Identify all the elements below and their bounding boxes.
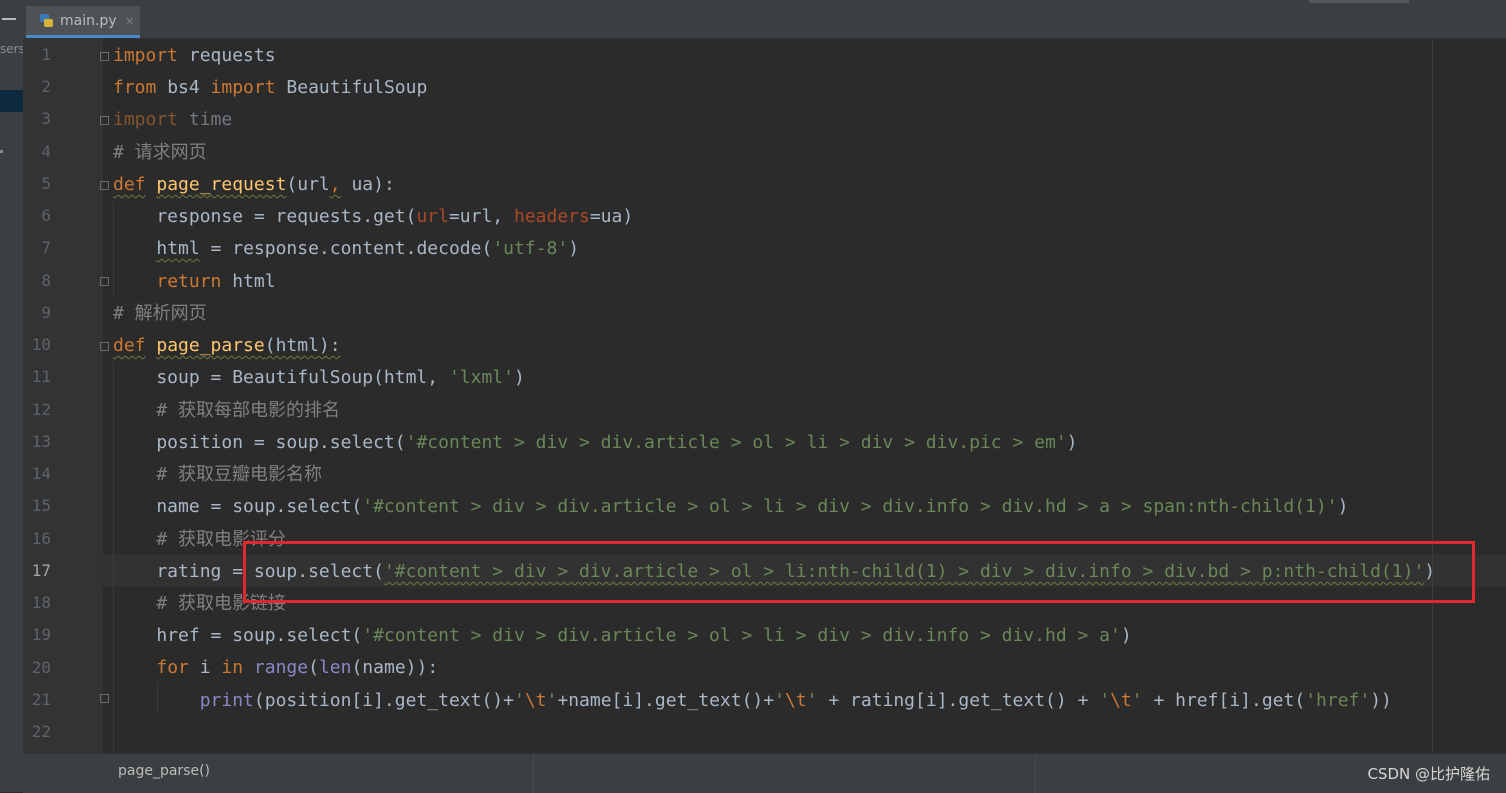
fold-marker-icon[interactable]	[100, 52, 109, 61]
code-line-20[interactable]: for i in range(len(name)):	[113, 652, 438, 684]
line-number: 15	[31, 496, 51, 515]
divider	[533, 754, 534, 793]
code-line-15[interactable]: name = soup.select('#content > div > div…	[113, 491, 1348, 523]
project-tree-clip: sers	[0, 42, 25, 56]
breadcrumb-bar: page_parse()	[23, 753, 1506, 793]
line-number-current: 17	[31, 561, 51, 580]
line-number: 6	[41, 206, 51, 225]
code-line-14[interactable]: # 获取豆瓣电影名称	[113, 459, 322, 491]
fold-marker-icon[interactable]	[100, 342, 109, 351]
python-file-icon	[38, 13, 54, 29]
line-number: 9	[41, 303, 51, 322]
line-number: 22	[31, 722, 51, 741]
line-number: 10	[31, 335, 51, 354]
tab-label: main.py	[60, 12, 117, 29]
minimize-icon[interactable]	[2, 18, 16, 20]
code-line-10[interactable]: def page_parse(html):	[113, 330, 341, 362]
line-number: 13	[31, 432, 51, 451]
code-line-9[interactable]: # 解析网页	[113, 298, 207, 330]
line-number: 3	[41, 109, 51, 128]
fold-marker-icon[interactable]	[100, 116, 109, 125]
code-line-8[interactable]: return html	[113, 266, 275, 298]
code-line-5[interactable]: def page_request(url, ua):	[113, 169, 395, 201]
code-line-11[interactable]: soup = BeautifulSoup(html, 'lxml')	[113, 362, 524, 394]
code-line-4[interactable]: # 请求网页	[113, 137, 207, 169]
fold-marker-icon[interactable]	[100, 181, 109, 190]
line-number: 16	[31, 529, 51, 548]
line-number: 11	[31, 367, 51, 386]
fold-marker-icon[interactable]	[100, 694, 109, 703]
code-line-7[interactable]: html = response.content.decode('utf-8')	[113, 233, 579, 265]
watermark: CSDN @比护隆佑	[1367, 765, 1490, 783]
line-number: 7	[41, 238, 51, 257]
fold-marker-icon[interactable]	[100, 277, 109, 286]
code-line-13[interactable]: position = soup.select('#content > div >…	[113, 427, 1077, 459]
project-tree-selection	[0, 90, 23, 112]
code-line-21[interactable]: print(position[i].get_text()+'\t'+name[i…	[113, 685, 1392, 717]
code-line-12[interactable]: # 获取每部电影的排名	[113, 395, 340, 427]
close-tab-icon[interactable]: ×	[125, 14, 135, 28]
code-line-1[interactable]: import requests	[113, 40, 276, 72]
tree-marker	[0, 150, 3, 153]
line-number: 5	[41, 174, 51, 193]
highlight-annotation-box	[243, 541, 1475, 603]
line-number: 20	[31, 658, 51, 677]
line-number: 1	[41, 45, 51, 64]
code-line-19[interactable]: href = soup.select('#content > div > div…	[113, 620, 1131, 652]
right-margin-guide	[1432, 38, 1433, 753]
tab-main-py[interactable]: main.py ×	[26, 6, 140, 38]
breadcrumb-item[interactable]: page_parse()	[118, 763, 210, 779]
line-number: 19	[31, 625, 51, 644]
divider	[1035, 754, 1036, 793]
tab-scroll-indicator	[1309, 0, 1409, 3]
code-line-6[interactable]: response = requests.get(url=url, headers…	[113, 201, 633, 233]
line-number: 2	[41, 77, 51, 96]
line-number: 14	[31, 464, 51, 483]
line-number: 18	[31, 593, 51, 612]
code-line-2[interactable]: from bs4 import BeautifulSoup	[113, 72, 427, 104]
project-panel-strip[interactable]: sers	[0, 0, 25, 792]
line-number: 12	[31, 400, 51, 419]
line-number: 4	[41, 142, 51, 161]
line-number-gutter: 1 2 3 4 5 6 7 8 9 10 11 12 13 14 15 16 1…	[23, 38, 109, 753]
line-number: 21	[31, 690, 51, 709]
line-number: 8	[41, 271, 51, 290]
editor-tab-bar: main.py ×	[23, 0, 1506, 39]
code-line-3[interactable]: import time	[113, 104, 232, 136]
